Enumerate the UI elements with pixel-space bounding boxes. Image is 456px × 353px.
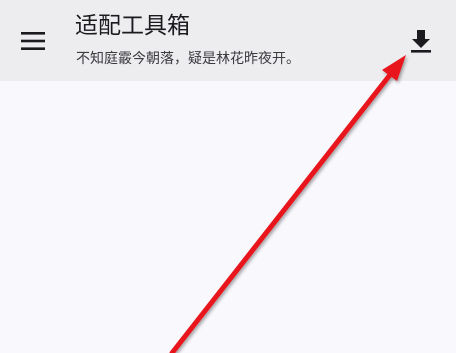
menu-icon <box>21 32 45 50</box>
download-button[interactable] <box>402 22 440 60</box>
app-subtitle: 不知庭霰今朝落，疑是林花昨夜开。 <box>76 51 300 67</box>
main-content <box>0 81 456 353</box>
download-icon <box>411 30 431 53</box>
menu-button[interactable] <box>12 20 54 62</box>
app-title: 适配工具箱 <box>75 13 190 39</box>
top-app-bar: 适配工具箱 不知庭霰今朝落，疑是林花昨夜开。 <box>0 0 456 81</box>
